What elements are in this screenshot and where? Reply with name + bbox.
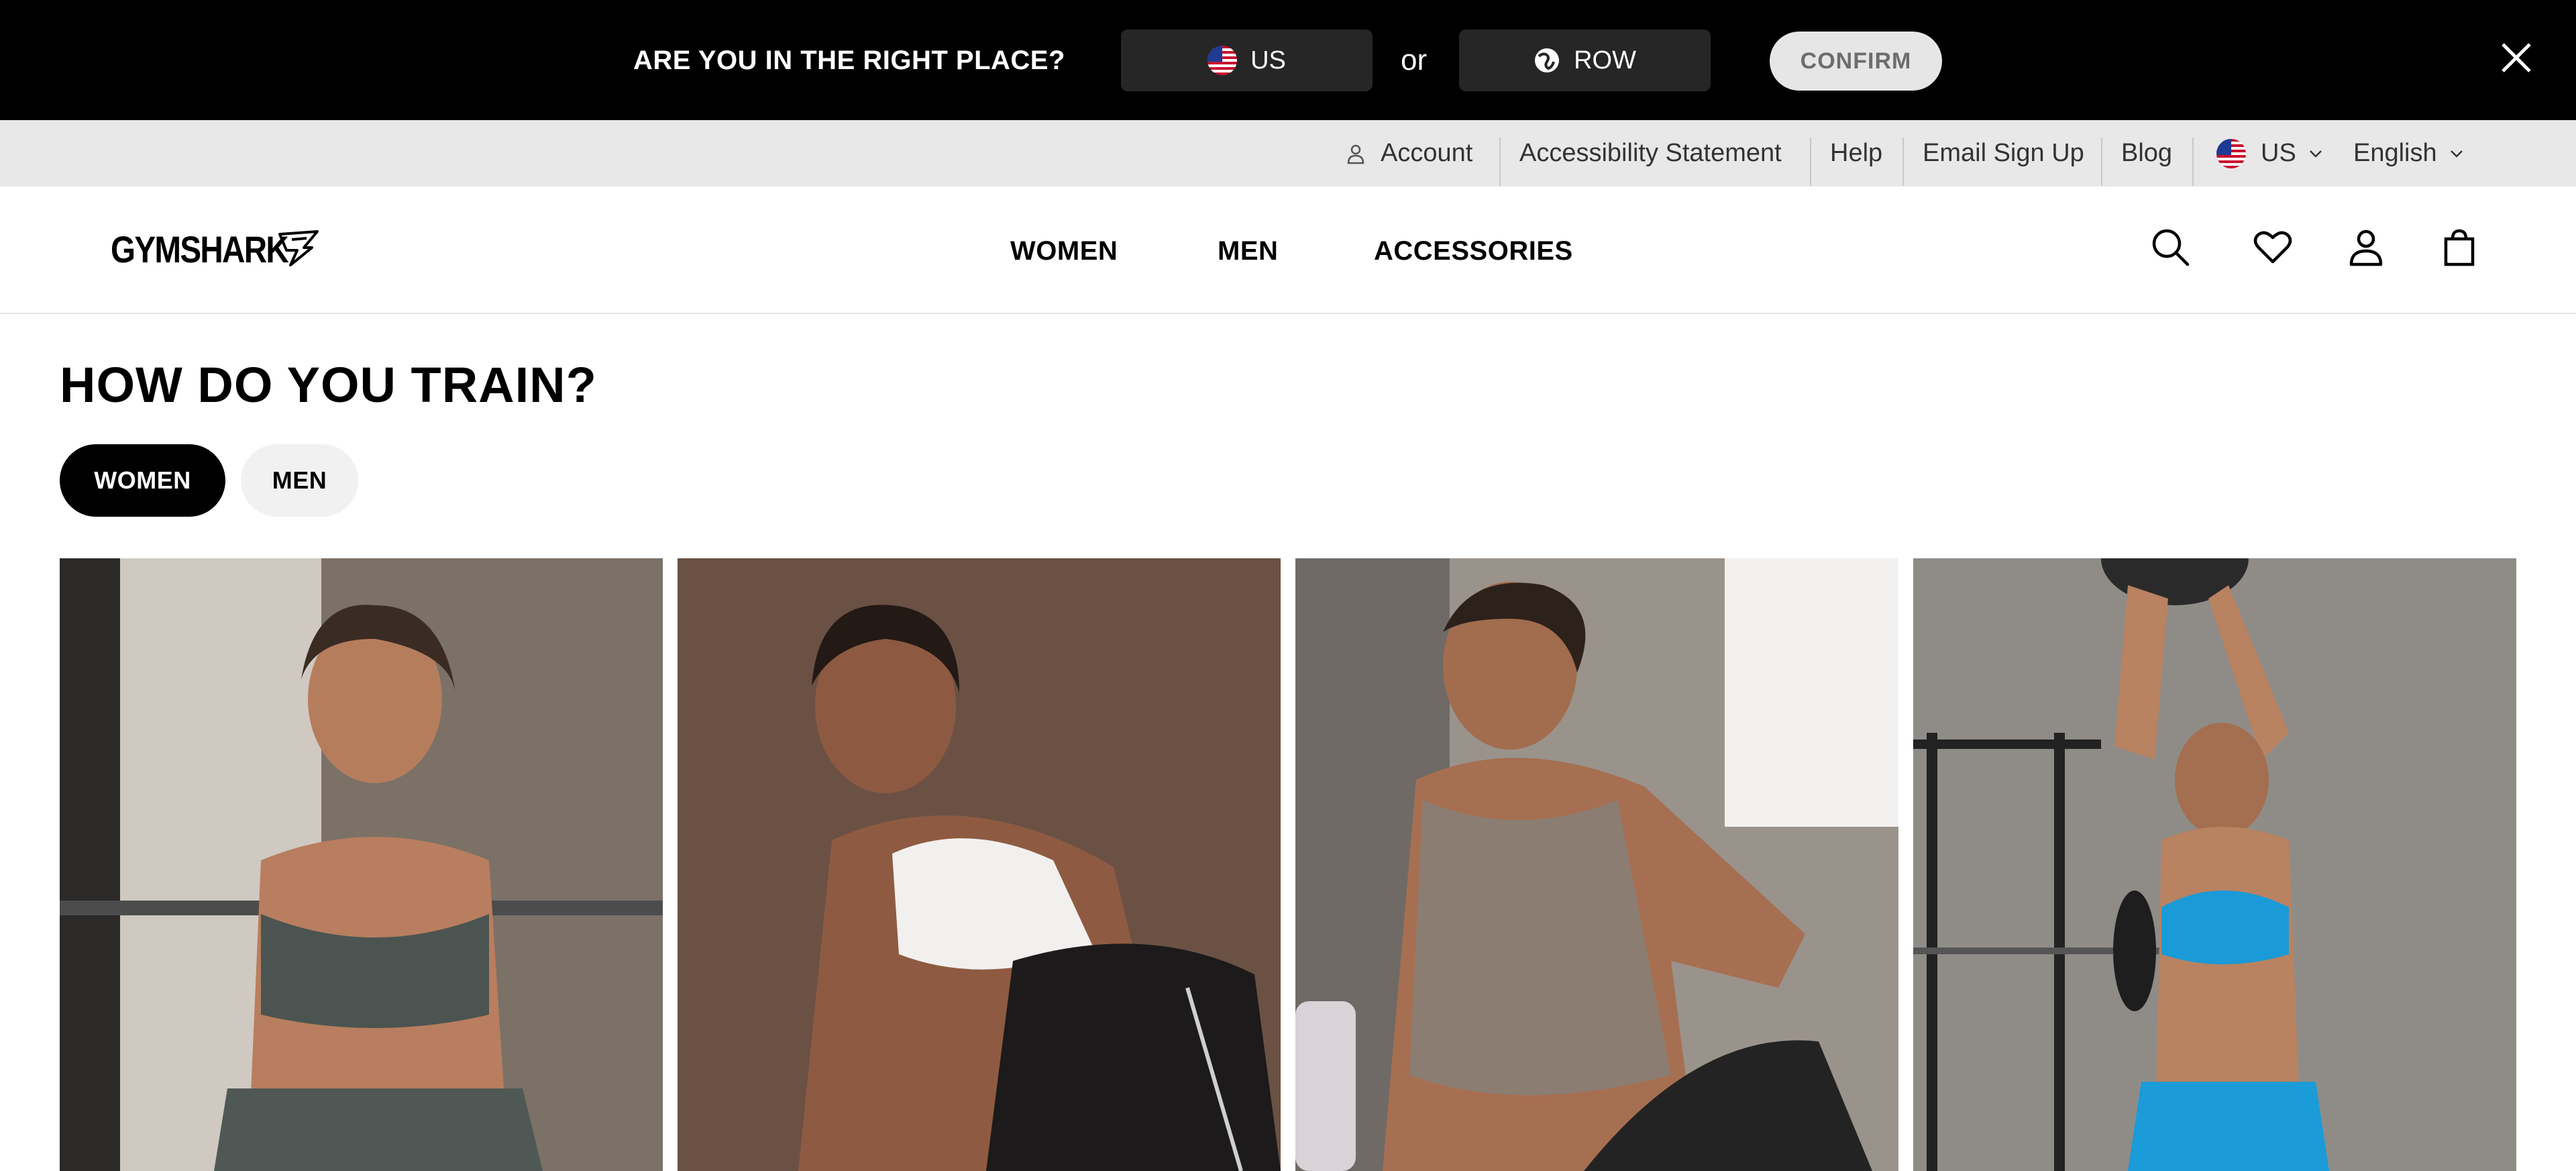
utility-divider (2192, 138, 2194, 186)
utility-divider (1902, 138, 1904, 186)
bag-icon[interactable] (2438, 225, 2481, 268)
utility-email-label: Email Sign Up (1923, 139, 2084, 167)
globe-icon (1535, 48, 1560, 72)
utility-language-selector[interactable]: English (2353, 120, 2465, 187)
locale-row-label: ROW (1574, 46, 1636, 74)
locale-or-text: or (1401, 44, 1428, 77)
account-icon[interactable] (2345, 225, 2387, 268)
utility-blog-label: Blog (2121, 139, 2173, 167)
search-icon[interactable] (2149, 225, 2192, 268)
training-card-2[interactable] (678, 558, 1281, 1171)
locale-confirm-button[interactable]: CONFIRM (1770, 32, 1942, 91)
utility-divider (1810, 138, 1811, 186)
locale-us-label: US (1250, 46, 1286, 74)
chevron-down-icon (2450, 150, 2463, 158)
close-icon[interactable] (2498, 39, 2535, 77)
utility-language-label: English (2353, 139, 2437, 167)
nav-women[interactable]: WOMEN (1010, 234, 1118, 268)
utility-region-label: US (2261, 139, 2296, 167)
training-image-3 (1295, 558, 1898, 1171)
us-flag-icon (2216, 138, 2246, 168)
site-header: GYMSHARK WOMEN MEN ACCESSORIES (0, 187, 2576, 314)
training-image-4 (1913, 558, 2516, 1171)
locale-banner: ARE YOU IN THE RIGHT PLACE? US or ROW CO… (0, 0, 2576, 120)
toggle-women-button[interactable]: WOMEN (60, 444, 225, 517)
utility-divider (1499, 138, 1501, 186)
utility-bar: Account Accessibility Statement Help Ema… (0, 120, 2576, 187)
heart-icon[interactable] (2251, 225, 2294, 268)
utility-divider (2101, 138, 2102, 186)
utility-account-link[interactable]: Account (1346, 120, 1472, 187)
training-image-2 (678, 558, 1281, 1171)
utility-help-label: Help (1830, 139, 1883, 167)
shark-logo-icon (278, 230, 319, 266)
gymshark-logo[interactable]: GYMSHARK (111, 227, 319, 270)
utility-help-link[interactable]: Help (1830, 120, 1882, 187)
user-icon (1347, 144, 1364, 164)
toggle-men-button[interactable]: MEN (241, 444, 358, 517)
locale-row-button[interactable]: ROW (1459, 30, 1711, 91)
locale-banner-title: ARE YOU IN THE RIGHT PLACE? (633, 46, 1065, 75)
us-flag-icon (1208, 46, 1238, 75)
utility-email-link[interactable]: Email Sign Up (1923, 120, 2084, 187)
logo-wordmark: GYMSHARK (111, 227, 289, 270)
nav-accessories[interactable]: ACCESSORIES (1374, 234, 1573, 268)
chevron-down-icon (2309, 150, 2322, 158)
training-card-4[interactable] (1913, 558, 2516, 1171)
utility-region-selector[interactable]: US (2216, 120, 2324, 187)
utility-blog-link[interactable]: Blog (2121, 120, 2172, 187)
training-card-1[interactable] (60, 558, 663, 1171)
nav-men[interactable]: MEN (1218, 234, 1278, 268)
utility-account-label: Account (1381, 139, 1473, 167)
training-card-3[interactable] (1295, 558, 1898, 1171)
utility-accessibility-label: Accessibility Statement (1519, 139, 1782, 167)
page-title: HOW DO YOU TRAIN? (60, 357, 597, 413)
training-image-1 (60, 558, 663, 1171)
utility-accessibility-link[interactable]: Accessibility Statement (1519, 120, 1782, 187)
locale-us-button[interactable]: US (1121, 30, 1373, 91)
